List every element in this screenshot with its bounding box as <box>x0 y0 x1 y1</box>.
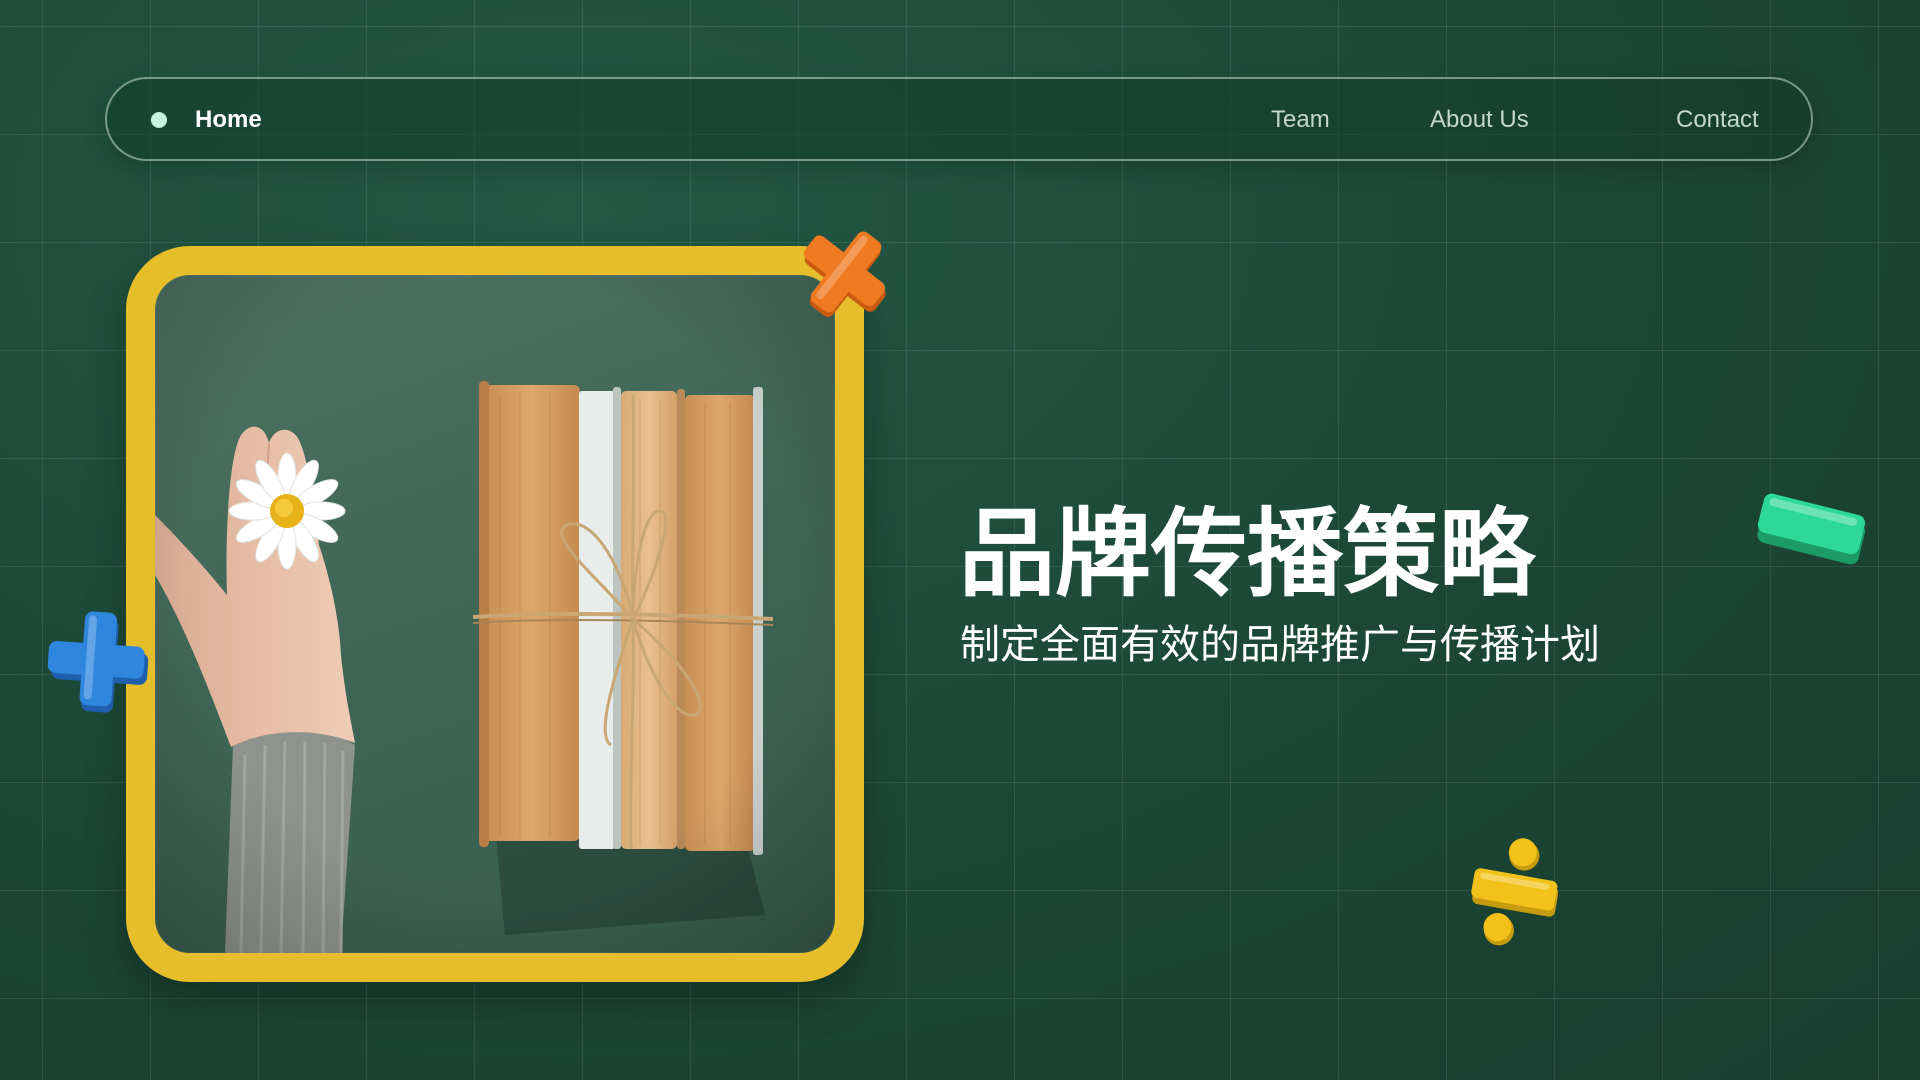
nav-contact-link[interactable]: Contact <box>1676 105 1759 135</box>
dot-icon <box>151 112 167 128</box>
nav-team-link[interactable]: Team <box>1271 105 1330 135</box>
top-navigation: Home Team About Us Contact <box>105 77 1813 161</box>
multiply-icon <box>804 231 886 317</box>
page-subtitle: 制定全面有效的品牌推广与传播计划 <box>960 623 1600 667</box>
hero-photo <box>155 275 835 953</box>
divide-icon <box>1471 838 1558 946</box>
nav-home-link[interactable]: Home <box>195 105 262 135</box>
minus-icon <box>1757 493 1866 565</box>
hero-photo-frame <box>126 246 864 982</box>
nav-about-us-link[interactable]: About Us <box>1430 105 1529 135</box>
page-title: 品牌传播策略 <box>959 501 1535 609</box>
plus-icon <box>47 611 149 713</box>
